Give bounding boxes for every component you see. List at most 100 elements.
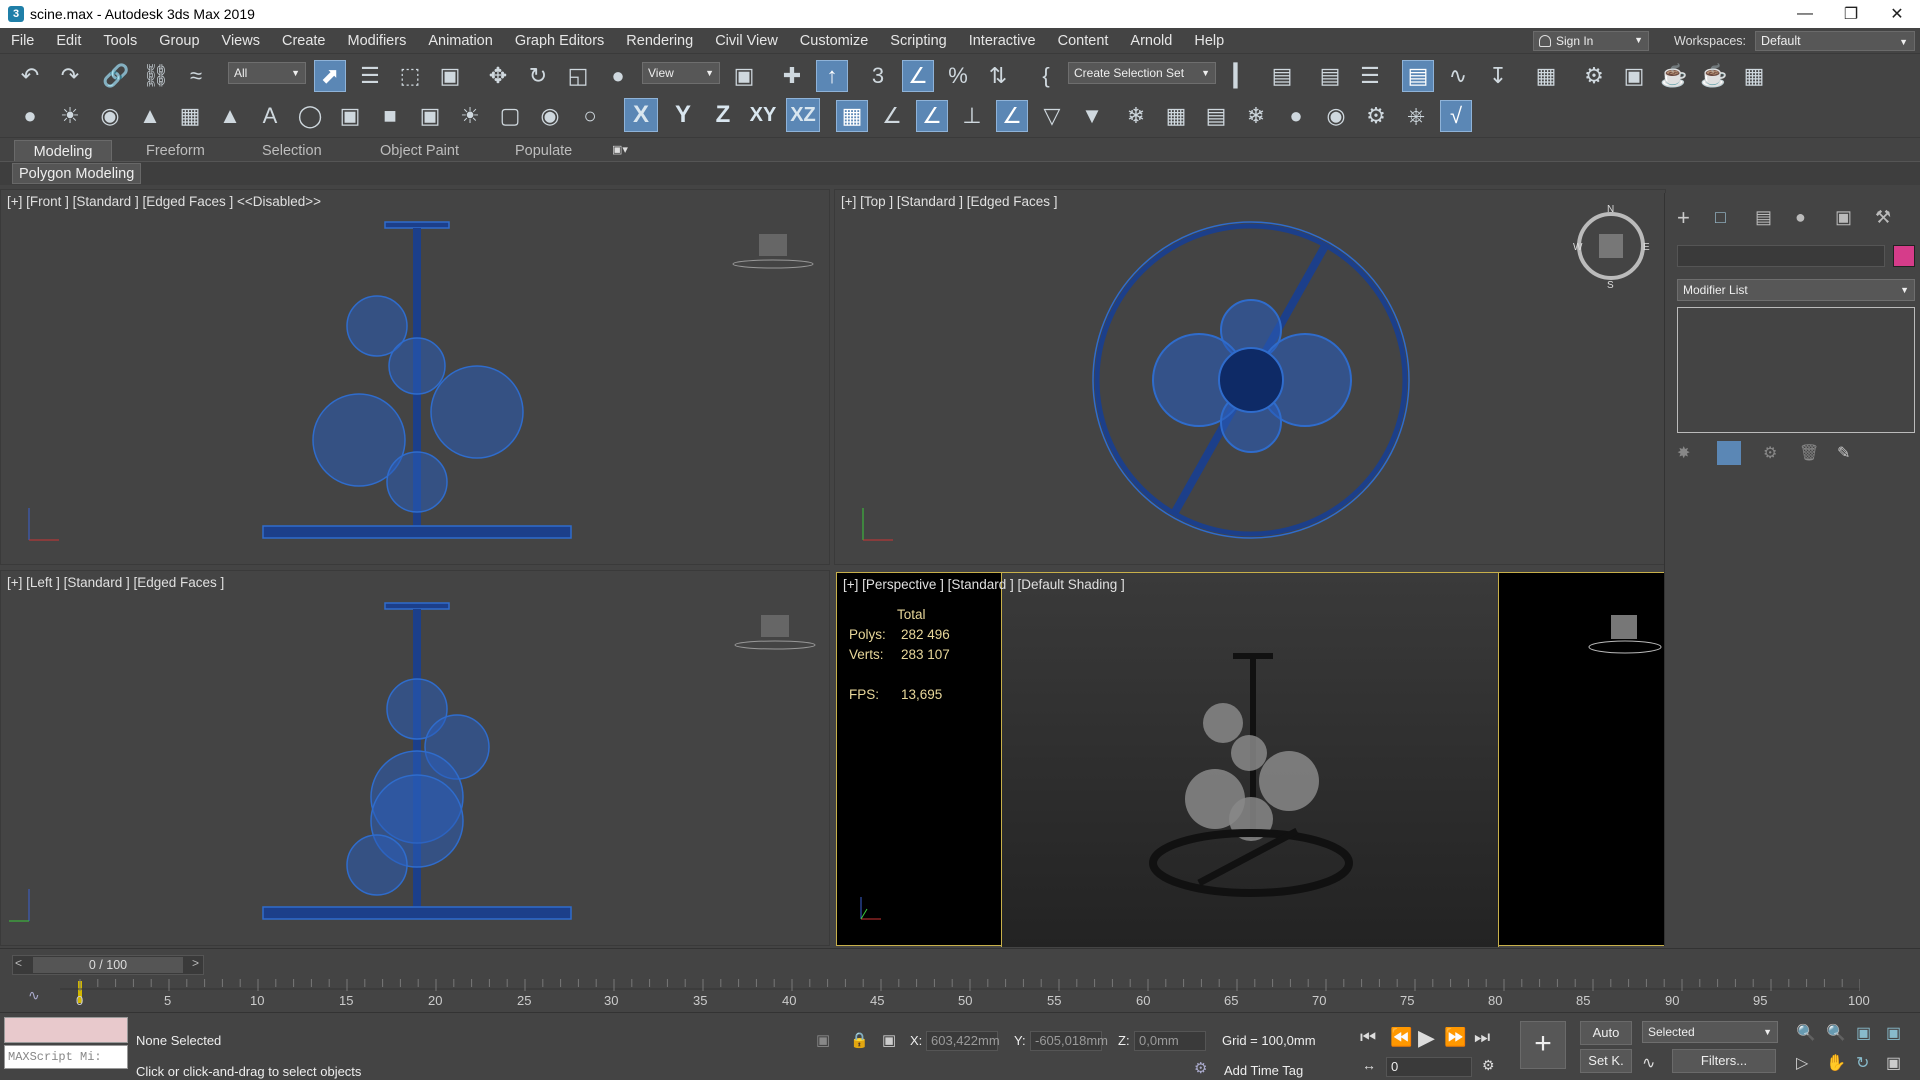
grid-snap-icon[interactable]: ▦: [836, 100, 868, 132]
set-key-big-button[interactable]: +: [1520, 1021, 1566, 1069]
axis-x-button[interactable]: X: [624, 98, 658, 132]
key-filter-select[interactable]: Selected ▼: [1642, 1021, 1778, 1043]
link-icon[interactable]: 🔗: [100, 60, 132, 92]
mirror-icon[interactable]: ▎: [1226, 60, 1258, 92]
menu-views[interactable]: Views: [211, 33, 271, 49]
render-activeshade-icon[interactable]: ☕: [1698, 60, 1730, 92]
tree-icon[interactable]: ▲: [134, 100, 166, 132]
next-frame-icon[interactable]: ⏩: [1444, 1027, 1466, 1048]
place-icon[interactable]: ●: [602, 60, 634, 92]
tab-freeform[interactable]: Freeform: [136, 140, 215, 162]
freeze-icon[interactable]: ❄: [1120, 100, 1152, 132]
wrench-icon[interactable]: ⚙: [1360, 100, 1392, 132]
percent-snap-icon[interactable]: %: [942, 60, 974, 92]
viewcube-top[interactable]: N W E S: [1573, 204, 1650, 291]
snap-angle-icon[interactable]: ∠: [876, 100, 908, 132]
axis-z-button[interactable]: Z: [706, 98, 740, 132]
play-icon[interactable]: ▶: [1418, 1025, 1435, 1051]
foliage-icon[interactable]: ▲: [214, 100, 246, 132]
material-editor-icon[interactable]: ▦: [1530, 60, 1562, 92]
menu-create[interactable]: Create: [271, 33, 337, 49]
render-gallery-icon[interactable]: ▦: [1738, 60, 1770, 92]
menu-animation[interactable]: Animation: [417, 33, 503, 49]
viewport-front[interactable]: [+] [Front ] [Standard ] [Edged Faces ] …: [0, 189, 830, 565]
viewcube-left[interactable]: [734, 615, 816, 650]
move-icon[interactable]: ✥: [482, 60, 514, 92]
snap-edge-icon[interactable]: ⊥: [956, 100, 988, 132]
ribbon-toggle-icon[interactable]: ▤: [1402, 60, 1434, 92]
named-selection-set-select[interactable]: Create Selection Set ▼: [1068, 62, 1216, 84]
menu-group[interactable]: Group: [148, 33, 210, 49]
zoom-icon[interactable]: 🔍: [1796, 1023, 1816, 1043]
zoom-extents-icon[interactable]: ▣: [1856, 1023, 1871, 1043]
menu-help[interactable]: Help: [1183, 33, 1235, 49]
layer-explorer-icon[interactable]: ☰: [1354, 60, 1386, 92]
pan-icon[interactable]: ✋: [1826, 1053, 1846, 1073]
time-config-icon[interactable]: ⚙: [1482, 1057, 1495, 1074]
curve-editor-mini-icon[interactable]: ∿: [28, 987, 40, 1004]
render-setup-icon[interactable]: ⚙: [1578, 60, 1610, 92]
text-icon[interactable]: A: [254, 100, 286, 132]
z-coord-field[interactable]: 0,0mm: [1134, 1031, 1206, 1051]
select-by-name-icon[interactable]: ☰: [354, 60, 386, 92]
key-tangent-icon[interactable]: ∿: [1642, 1053, 1655, 1073]
menu-modifiers[interactable]: Modifiers: [337, 33, 418, 49]
sphere-icon[interactable]: ◉: [1320, 100, 1352, 132]
grid-icon[interactable]: ▤: [1200, 100, 1232, 132]
bulb-icon[interactable]: ○: [574, 100, 606, 132]
book-icon[interactable]: ▦: [174, 100, 206, 132]
sun-icon[interactable]: ☀: [54, 100, 86, 132]
plane-icon[interactable]: ■: [374, 100, 406, 132]
x-coord-field[interactable]: 603,422mm: [926, 1031, 1000, 1051]
edit-named-selection-icon[interactable]: {: [1030, 60, 1062, 92]
axis-y-button[interactable]: Y: [666, 98, 700, 132]
time-slider[interactable]: < 0 / 100 >: [12, 955, 204, 975]
menu-interactive[interactable]: Interactive: [958, 33, 1047, 49]
select-manipulate-icon[interactable]: ✚: [776, 60, 808, 92]
go-to-start-icon[interactable]: ⏮: [1360, 1027, 1376, 1048]
pin-stack-icon[interactable]: ✸: [1677, 443, 1690, 463]
close-button[interactable]: ✕: [1874, 0, 1920, 28]
dope-sheet-icon[interactable]: ↧: [1482, 60, 1514, 92]
lock-selection-icon[interactable]: 🔒: [850, 1031, 869, 1049]
track-bar[interactable]: 0 5 10 15 20 25 30 35 40 45 50 55 60 65 …: [60, 979, 1870, 1009]
rotate-icon[interactable]: ↻: [522, 60, 554, 92]
render-production-icon[interactable]: ☕: [1658, 60, 1690, 92]
object-name-field[interactable]: [1677, 245, 1885, 267]
workspace-select[interactable]: Default ▼: [1755, 31, 1915, 51]
select-object-icon[interactable]: ⬈: [314, 60, 346, 92]
maximize-viewport-icon[interactable]: ▣: [1886, 1053, 1901, 1073]
make-unique-icon[interactable]: ⚙: [1763, 443, 1777, 463]
undo-icon[interactable]: ↶: [14, 60, 46, 92]
bug-icon[interactable]: ●: [1280, 100, 1312, 132]
go-to-end-icon[interactable]: ⏭: [1474, 1027, 1490, 1048]
set-key-button[interactable]: Set K.: [1580, 1049, 1632, 1073]
snap-midpoint-icon[interactable]: ∠: [996, 100, 1028, 132]
hierarchy-icon[interactable]: ⎈: [1400, 100, 1432, 132]
transform-xz-icon[interactable]: √: [1440, 100, 1472, 132]
absolute-mode-icon[interactable]: ▣: [882, 1031, 896, 1049]
field-of-view-icon[interactable]: ▷: [1796, 1053, 1808, 1073]
minimize-button[interactable]: —: [1782, 0, 1828, 28]
modifier-list-select[interactable]: Modifier List ▼: [1677, 279, 1915, 301]
particle-icon[interactable]: ☀: [454, 100, 486, 132]
unlink-icon[interactable]: ⛓: [140, 60, 172, 92]
rect-selection-region-icon[interactable]: ⬚: [394, 60, 426, 92]
menu-customize[interactable]: Customize: [789, 33, 880, 49]
viewcube-perspective[interactable]: [1588, 615, 1662, 654]
modify-tab-icon[interactable]: □: [1715, 207, 1726, 228]
previous-frame-icon[interactable]: ⏪: [1390, 1027, 1412, 1048]
viewport-perspective-label[interactable]: [+] [Perspective ] [Standard ] [Default …: [843, 577, 1125, 592]
key-mode-toggle-icon[interactable]: ↔: [1362, 1057, 1376, 1073]
viewcube-front[interactable]: [732, 234, 814, 269]
snowflake-icon[interactable]: ❄: [1240, 100, 1272, 132]
camera-icon[interactable]: ◉: [94, 100, 126, 132]
menu-tools[interactable]: Tools: [92, 33, 148, 49]
bind-spacewarp-icon[interactable]: ≈: [180, 60, 212, 92]
snap-pivot-icon[interactable]: ∠: [916, 100, 948, 132]
torus-icon[interactable]: ◯: [294, 100, 326, 132]
reference-coordinate-select[interactable]: View ▼: [642, 62, 720, 84]
curve-editor-icon[interactable]: ∿: [1442, 60, 1474, 92]
menu-edit[interactable]: Edit: [45, 33, 92, 49]
tab-selection[interactable]: Selection: [252, 140, 332, 162]
